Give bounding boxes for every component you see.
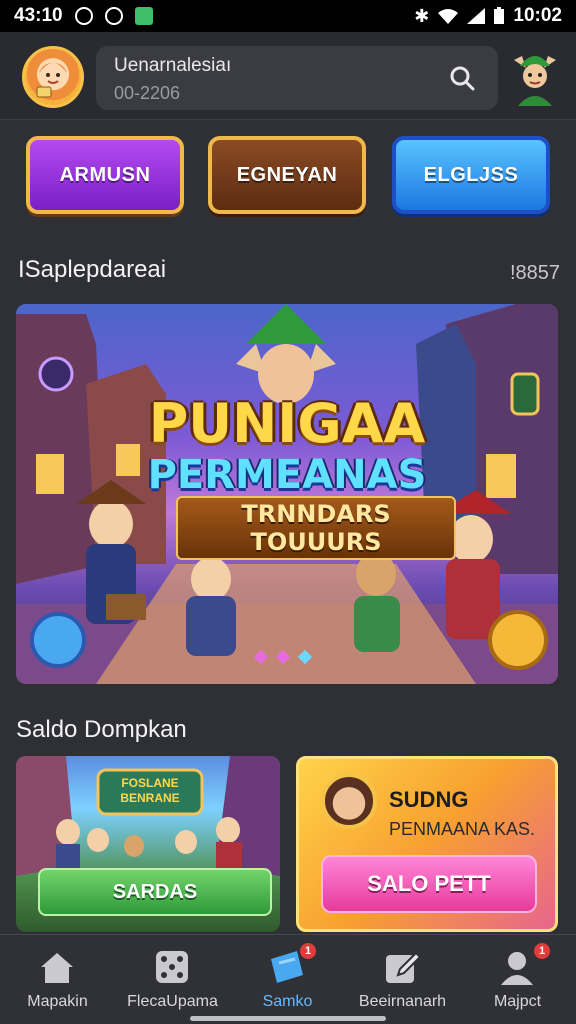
search-field[interactable]: Uenarnalesiaı 00-2206 <box>96 46 498 110</box>
status-time-right: 10:02 <box>513 5 562 26</box>
user-avatar[interactable] <box>22 46 84 108</box>
search-icon[interactable] <box>448 64 476 92</box>
elf-avatar[interactable] <box>508 48 562 106</box>
wifi-icon <box>437 8 459 24</box>
card-left-button[interactable]: SARDAS <box>38 868 272 916</box>
card-right-avatar <box>321 773 377 829</box>
card-left-logo: FOSLANE BENRANE <box>120 776 180 805</box>
game-card-right[interactable]: SUDNG PENMAANA KAS. SALO PETT <box>296 756 558 932</box>
category-row: ARMUSN EGNEYAN ELGLJSS <box>0 132 576 218</box>
card-right-button[interactable]: SALO PETT <box>321 855 537 913</box>
mail-icon <box>134 7 153 25</box>
nav-item-games[interactable]: FlecaUpama <box>115 935 230 1024</box>
nav-label-profile: Majpct <box>493 993 542 1010</box>
banner-title-main: PUNIGAA <box>148 392 426 455</box>
nav-badge-tickets: 1 <box>300 943 316 959</box>
nav-label-edit: Beeirnanarh <box>358 993 447 1010</box>
nav-item-edit[interactable]: Beeirnanarh <box>345 935 460 1024</box>
profile-icon <box>501 952 533 985</box>
second-section-title: Saldo Dompkan <box>16 716 187 743</box>
globe-icon <box>74 7 93 25</box>
clock-icon <box>104 7 123 25</box>
signal-icon <box>467 8 486 24</box>
game-card-left[interactable]: FOSLANE BENRANE SARDAS <box>16 756 280 932</box>
nav-label-tickets: Samko <box>262 993 313 1010</box>
bluetooth-icon: ✱ <box>414 5 430 26</box>
dice-icon <box>156 951 188 983</box>
app-header: Uenarnalesiaı 00-2206 <box>0 32 576 120</box>
search-title: Uenarnalesiaı <box>114 55 232 76</box>
featured-count: !8857 <box>510 262 561 284</box>
home-icon <box>41 953 73 983</box>
edit-icon <box>386 951 422 983</box>
featured-banner[interactable]: PUNIGAA PERMEANAS TRNNDARS TOUUURS <box>16 304 558 684</box>
card-right-subtitle: PENMAANA KAS. <box>389 819 536 839</box>
nav-label-games: FlecaUpama <box>127 993 218 1010</box>
battery-icon <box>493 7 505 25</box>
home-indicator[interactable] <box>190 1016 386 1021</box>
nav-item-home[interactable]: Mapakin <box>0 935 115 1024</box>
banner-tagline: TRNNDARS TOUUURS <box>176 496 456 560</box>
nav-label-home: Mapakin <box>27 993 88 1010</box>
bottom-navigation: Mapakin FlecaUpama 1 Samko Beeirnanarh 1… <box>0 934 576 1024</box>
status-bar: 43:10 ✱ 10:02 <box>0 0 576 32</box>
search-subtitle: 00-2206 <box>114 83 181 103</box>
category-button-1[interactable]: ARMUSN <box>26 136 184 214</box>
category-button-2[interactable]: EGNEYAN <box>208 136 366 214</box>
nav-item-tickets[interactable]: 1 Samko <box>230 935 345 1024</box>
featured-section-title: ISaplepdareai <box>18 256 167 283</box>
category-button-3[interactable]: ELGLJSS <box>392 136 550 214</box>
banner-title-sub: PERMEANAS <box>147 452 427 498</box>
card-right-title: SUDNG <box>389 787 469 812</box>
nav-badge-profile: 1 <box>534 943 550 959</box>
status-time-left: 43:10 <box>14 5 63 26</box>
nav-item-profile[interactable]: 1 Majpct <box>460 935 575 1024</box>
